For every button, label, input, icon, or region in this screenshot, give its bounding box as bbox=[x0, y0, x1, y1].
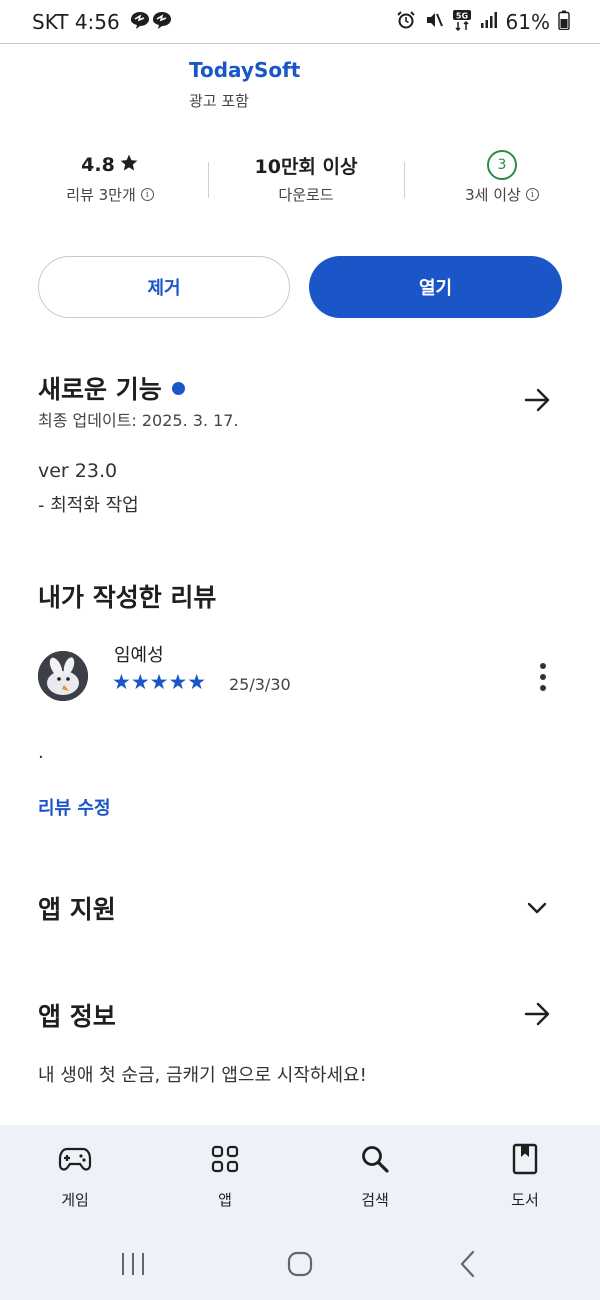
last-updated: 최종 업데이트: 2025. 3. 17. bbox=[38, 411, 239, 430]
app-support-title[interactable]: 앱 지원 bbox=[38, 890, 116, 926]
status-bar: SKT 4:56 5G 61% bbox=[0, 0, 600, 44]
arrow-right-icon[interactable] bbox=[522, 385, 552, 415]
app-info-title[interactable]: 앱 정보 bbox=[38, 997, 116, 1033]
review-count: 리뷰 3만개 bbox=[66, 186, 136, 204]
chat-bubble-icon bbox=[128, 9, 174, 36]
back-icon[interactable] bbox=[448, 1248, 488, 1280]
downloads-stat: 10만회 이상 다운로드 bbox=[216, 148, 396, 205]
status-right: 5G 61% bbox=[396, 9, 570, 36]
book-icon bbox=[507, 1141, 543, 1177]
downloads-label: 다운로드 bbox=[278, 186, 334, 204]
info-icon[interactable]: i bbox=[140, 188, 154, 201]
rating-value: 4.8 bbox=[81, 154, 115, 176]
stat-divider bbox=[208, 162, 209, 198]
battery-icon bbox=[558, 10, 570, 35]
app-description: 내 생애 첫 순금, 금캐기 앱으로 시작하세요! bbox=[38, 1065, 367, 1086]
chevron-down-icon[interactable] bbox=[522, 893, 552, 923]
ads-note: 광고 포함 bbox=[189, 92, 249, 110]
version-text: ver 23.0 bbox=[38, 460, 118, 482]
downloads-value: 10만회 이상 bbox=[254, 155, 358, 178]
developer-link[interactable]: TodaySoft bbox=[189, 58, 300, 82]
arrow-right-icon[interactable] bbox=[522, 999, 552, 1029]
system-nav-bar bbox=[0, 1234, 600, 1294]
header-divider bbox=[0, 43, 600, 44]
reviewer-name: 임예성 bbox=[114, 645, 164, 666]
gamepad-icon bbox=[57, 1141, 93, 1177]
change-note: - 최적화 작업 bbox=[38, 495, 139, 516]
star-icon bbox=[119, 153, 139, 178]
avatar bbox=[38, 651, 88, 701]
remove-button[interactable]: 제거 bbox=[38, 256, 290, 318]
whats-new-title: 새로운 기능 bbox=[38, 375, 162, 404]
nav-label: 앱 bbox=[218, 1191, 232, 1209]
edit-review-link[interactable]: 리뷰 수정 bbox=[38, 794, 111, 820]
nav-label: 게임 bbox=[61, 1191, 89, 1209]
status-left: SKT 4:56 bbox=[32, 9, 174, 36]
new-indicator-dot bbox=[171, 381, 185, 395]
info-icon[interactable]: i bbox=[525, 188, 539, 201]
stat-divider bbox=[404, 162, 405, 198]
age-rating-label: 3세 이상 bbox=[465, 186, 521, 204]
recent-apps-icon[interactable] bbox=[113, 1248, 153, 1280]
signal-icon bbox=[480, 10, 498, 34]
nav-games[interactable]: 게임 bbox=[25, 1141, 125, 1210]
nav-label: 검색 bbox=[361, 1191, 389, 1209]
open-button[interactable]: 열기 bbox=[309, 256, 562, 318]
review-date: 25/3/30 bbox=[229, 675, 291, 694]
my-review-title: 내가 작성한 리뷰 bbox=[38, 583, 217, 612]
battery-percent: 61% bbox=[505, 10, 550, 34]
home-icon[interactable] bbox=[280, 1248, 320, 1280]
search-icon bbox=[357, 1141, 393, 1177]
carrier-time: SKT 4:56 bbox=[32, 10, 120, 34]
more-options-icon[interactable] bbox=[530, 660, 556, 694]
rating-stat[interactable]: 4.8 리뷰 3만개 i bbox=[20, 148, 200, 205]
svg-text:5G: 5G bbox=[455, 11, 467, 20]
age-rating-stat[interactable]: 3 3세 이상 i bbox=[412, 148, 592, 205]
review-text: . bbox=[38, 742, 44, 763]
alarm-icon bbox=[396, 10, 416, 35]
stats-row: 4.8 리뷰 3만개 i 10만회 이상 다운로드 3 3세 이상 i bbox=[0, 148, 600, 218]
nav-label: 도서 bbox=[511, 1191, 539, 1209]
apps-grid-icon bbox=[207, 1141, 243, 1177]
network-5g-icon: 5G bbox=[452, 9, 472, 36]
nav-apps[interactable]: 앱 bbox=[175, 1141, 275, 1210]
mute-icon bbox=[424, 10, 444, 35]
whats-new-header[interactable]: 새로운 기능 bbox=[38, 370, 185, 406]
age-rating-badge: 3 bbox=[487, 150, 517, 180]
nav-books[interactable]: 도서 bbox=[475, 1141, 575, 1210]
nav-search[interactable]: 검색 bbox=[325, 1141, 425, 1210]
star-rating: ★★★★★ bbox=[112, 670, 207, 694]
